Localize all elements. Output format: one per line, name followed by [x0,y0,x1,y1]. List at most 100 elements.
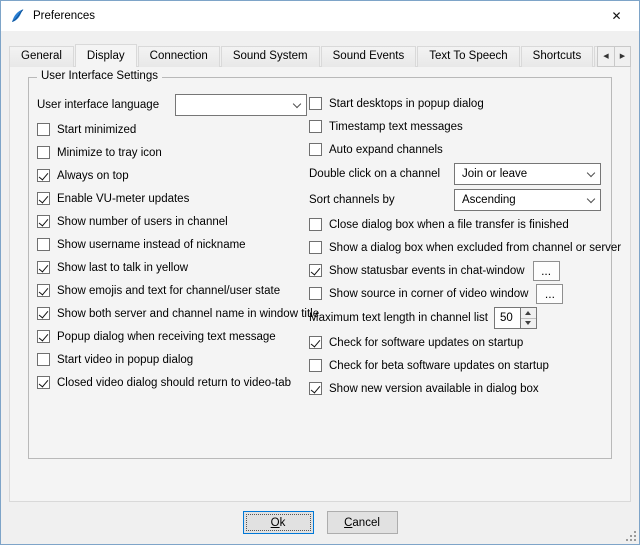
title-bar: Preferences ✕ [1,1,639,31]
up-arrow-icon [525,311,531,315]
checkbox-label[interactable]: Enable VU-meter updates [57,193,189,205]
checkbox-label[interactable]: Minimize to tray icon [57,147,162,159]
ok-button-label: Ok [271,517,286,529]
checkbox[interactable] [37,238,50,251]
tab-sound-events[interactable]: Sound Events [321,46,417,67]
tab-bar: General Display Connection Sound System … [9,44,631,67]
checkbox[interactable] [37,192,50,205]
sort-channels-label: Sort channels by [309,194,395,206]
tab-scroll-left-button[interactable]: ◀ [598,47,614,66]
preferences-dialog: Preferences ✕ General Display Connection… [0,0,640,545]
tab-text-to-speech[interactable]: Text To Speech [417,46,519,67]
checkbox[interactable] [309,382,322,395]
checkbox-row-beta-updates: Check for beta software updates on start… [309,354,603,377]
checkbox[interactable] [37,146,50,159]
dialog-content: General Display Connection Sound System … [1,44,639,502]
sort-channels-combobox[interactable]: Ascending [454,189,601,211]
tab-page-display: User Interface Settings User interface l… [9,66,631,502]
checkbox[interactable] [37,353,50,366]
checkbox-label[interactable]: Popup dialog when receiving text message [57,331,276,343]
checkbox-row-new-version-dialog: Show new version available in dialog box [309,377,603,400]
checkbox-label[interactable]: Show number of users in channel [57,216,228,228]
ellipsis-icon: ... [545,287,555,301]
statusbar-events-row: Show statusbar events in chat-window ... [309,259,603,282]
checkbox[interactable] [37,169,50,182]
checkbox-row-always-on-top: Always on top [37,164,309,187]
checkbox-row-video-return-tab: Closed video dialog should return to vid… [37,371,309,394]
tab-display[interactable]: Display [75,44,137,67]
checkbox-label[interactable]: Always on top [57,170,129,182]
checkbox-row-minimize-to-tray: Minimize to tray icon [37,141,309,164]
tab-connection[interactable]: Connection [138,46,220,67]
checkbox-label[interactable]: Start desktops in popup dialog [329,98,484,110]
checkbox-label[interactable]: Start minimized [57,124,136,136]
settings-columns: User interface language Start minimized [37,92,603,400]
cancel-button[interactable]: Cancel [327,511,398,534]
chevron-down-icon [287,95,306,115]
checkbox-label[interactable]: Show both server and channel name in win… [57,308,319,320]
checkbox[interactable] [37,330,50,343]
checkbox[interactable] [309,97,322,110]
video-source-options-button[interactable]: ... [536,284,563,304]
right-arrow-icon: ▶ [620,53,625,60]
checkbox-row-timestamp: Timestamp text messages [309,115,603,138]
cancel-button-label: Cancel [344,517,380,529]
checkbox[interactable] [309,287,322,300]
max-text-length-spinner[interactable]: 50 [494,307,537,329]
tab-sound-system[interactable]: Sound System [221,46,320,67]
checkbox[interactable] [37,376,50,389]
checkbox-row-software-updates: Check for software updates on startup [309,331,603,354]
ok-button[interactable]: Ok [243,511,314,534]
checkbox[interactable] [309,264,322,277]
checkbox[interactable] [309,241,322,254]
close-button[interactable]: ✕ [594,1,639,31]
checkbox[interactable] [37,261,50,274]
checkbox[interactable] [309,359,322,372]
left-column: User interface language Start minimized [37,92,309,400]
checkbox-label[interactable]: Show source in corner of video window [329,288,528,300]
chevron-down-icon [581,164,600,184]
checkbox[interactable] [37,123,50,136]
checkbox-label[interactable]: Auto expand channels [329,144,443,156]
language-combobox[interactable] [175,94,307,116]
checkbox-row-vu-meter: Enable VU-meter updates [37,187,309,210]
checkbox-label[interactable]: Check for software updates on startup [329,337,523,349]
checkbox[interactable] [37,284,50,297]
language-label: User interface language [37,99,159,111]
statusbar-events-options-button[interactable]: ... [533,261,560,281]
checkbox-label[interactable]: Show last to talk in yellow [57,262,188,274]
spinner-up-button[interactable] [521,308,536,319]
checkbox[interactable] [309,218,322,231]
checkbox[interactable] [37,215,50,228]
checkbox[interactable] [309,336,322,349]
checkbox-label[interactable]: Show new version available in dialog box [329,383,539,395]
sort-channels-row: Sort channels by Ascending [309,187,603,213]
checkbox-label[interactable]: Show username instead of nickname [57,239,246,251]
checkbox-label[interactable]: Show statusbar events in chat-window [329,265,525,277]
tab-scroll-control: ◀ ▶ [597,46,631,67]
checkbox-label[interactable]: Timestamp text messages [329,121,463,133]
user-interface-settings-group: User Interface Settings User interface l… [28,77,612,459]
checkbox-row-users-in-channel: Show number of users in channel [37,210,309,233]
checkbox-label[interactable]: Check for beta software updates on start… [329,360,549,372]
double-click-combobox[interactable]: Join or leave [454,163,601,185]
checkbox[interactable] [309,120,322,133]
tab-scroll-right-button[interactable]: ▶ [614,47,630,66]
checkbox-row-popup-text-message: Popup dialog when receiving text message [37,325,309,348]
resize-grip[interactable] [625,530,637,542]
group-title: User Interface Settings [37,70,162,82]
checkbox-label[interactable]: Show a dialog box when excluded from cha… [329,242,621,254]
spinner-value[interactable]: 50 [494,307,521,329]
spinner-down-button[interactable] [521,319,536,329]
checkbox[interactable] [37,307,50,320]
tab-general[interactable]: General [9,46,74,67]
checkbox-label[interactable]: Show emojis and text for channel/user st… [57,285,280,297]
checkbox[interactable] [309,143,322,156]
tab-shortcuts[interactable]: Shortcuts [521,46,594,67]
checkbox-row-emojis: Show emojis and text for channel/user st… [37,279,309,302]
checkbox-label[interactable]: Close dialog box when a file transfer is… [329,219,569,231]
checkbox-label[interactable]: Closed video dialog should return to vid… [57,377,291,389]
checkbox-row-last-to-talk: Show last to talk in yellow [37,256,309,279]
checkbox-label[interactable]: Start video in popup dialog [57,354,193,366]
double-click-label: Double click on a channel [309,168,440,180]
